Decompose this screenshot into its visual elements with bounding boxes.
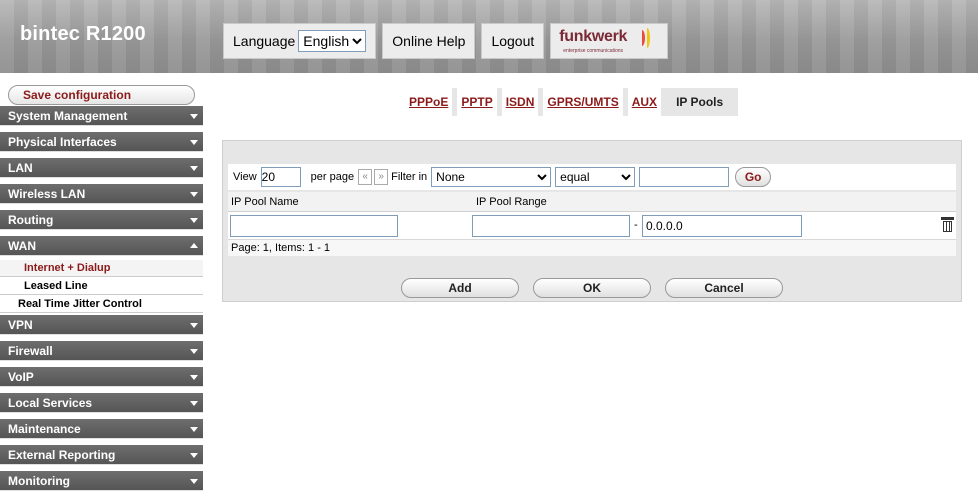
sidebar-item-label: Firewall	[8, 344, 53, 358]
table-row: -	[228, 212, 956, 240]
chevron-down-icon	[190, 218, 198, 223]
sidebar-item-routing[interactable]: Routing	[0, 210, 203, 230]
chevron-down-icon	[190, 375, 198, 380]
logout-link[interactable]: Logout	[481, 23, 545, 59]
language-select[interactable]: English	[298, 30, 367, 52]
sidebar-item-label: VoIP	[8, 370, 34, 384]
chevron-down-icon	[190, 166, 198, 171]
logo-wave-icon	[644, 28, 651, 48]
ip-pools-table: IP Pool Name IP Pool Range - Page: 1, It…	[228, 192, 956, 256]
chevron-down-icon	[190, 479, 198, 484]
tab-ip-pools[interactable]: IP Pools	[666, 88, 739, 116]
sidebar-item-label: Wireless LAN	[8, 187, 86, 201]
ip-pool-name-input[interactable]	[230, 215, 398, 237]
go-button[interactable]: Go	[735, 167, 772, 187]
language-box: Language English	[223, 23, 377, 59]
sidebar-item-voip[interactable]: VoIP	[0, 367, 203, 387]
action-buttons: Add OK Cancel	[223, 275, 961, 301]
tab-bar: PPPoE PPTP ISDN GPRS/UMTS AUX IP Pools	[405, 88, 739, 116]
sidebar-item-label: Monitoring	[8, 474, 70, 488]
chevron-down-icon	[190, 140, 198, 145]
sidebar-item-wireless-lan[interactable]: Wireless LAN	[0, 184, 203, 204]
sidebar-item-label: VPN	[8, 318, 33, 332]
content-panel: View per page « » Filter in None equal G…	[222, 140, 962, 302]
tab-aux[interactable]: AUX	[627, 88, 667, 116]
add-button[interactable]: Add	[401, 278, 519, 298]
tab-pptp[interactable]: PPTP	[457, 88, 502, 116]
sidebar: Save configuration System Management Phy…	[0, 85, 203, 491]
chevron-down-icon	[190, 114, 198, 119]
table-header: IP Pool Name IP Pool Range	[228, 192, 956, 212]
sidebar-item-lan[interactable]: LAN	[0, 158, 203, 178]
sidebar-item-label: Physical Interfaces	[8, 135, 117, 149]
page-info: Page: 1, Items: 1 - 1	[228, 240, 956, 256]
chevron-up-icon	[190, 243, 198, 248]
filter-value-input[interactable]	[639, 167, 730, 187]
sidebar-item-label: System Management	[8, 109, 128, 123]
chevron-down-icon	[190, 427, 198, 432]
column-header-ip-pool-range: IP Pool Range	[476, 196, 547, 208]
sidebar-item-firewall[interactable]: Firewall	[0, 341, 203, 361]
tab-gprs-umts[interactable]: GPRS/UMTS	[543, 88, 628, 116]
filter-in-label: Filter in	[391, 171, 428, 183]
sidebar-item-label: Local Services	[8, 396, 93, 410]
sidebar-item-local-services[interactable]: Local Services	[0, 393, 203, 413]
funkwerk-logo: funkwerk enterprise communications	[550, 23, 669, 59]
save-configuration-button[interactable]: Save configuration	[8, 85, 195, 105]
sidebar-item-label: External Reporting	[8, 448, 116, 462]
ip-pool-range-start-input[interactable]	[472, 215, 630, 237]
cancel-button[interactable]: Cancel	[665, 278, 783, 298]
chevron-down-icon	[190, 453, 198, 458]
ip-pool-range-end-input[interactable]	[642, 215, 802, 237]
delete-trash-icon[interactable]	[941, 217, 954, 233]
sidebar-item-physical-interfaces[interactable]: Physical Interfaces	[0, 132, 203, 152]
chevron-down-icon	[190, 192, 198, 197]
language-label: Language	[233, 33, 296, 49]
chevron-down-icon	[190, 401, 198, 406]
filter-field-select[interactable]: None	[431, 167, 552, 187]
sidebar-subitem-internet-dialup[interactable]: Internet + Dialup	[0, 260, 203, 277]
header-bar: bintec R1200 Language English Online Hel…	[0, 0, 978, 73]
filter-operator-select[interactable]: equal	[555, 167, 636, 187]
sidebar-item-label: WAN	[8, 239, 36, 253]
view-label: View	[233, 171, 257, 183]
sidebar-item-wan[interactable]: WAN	[0, 236, 203, 256]
chevron-down-icon	[190, 349, 198, 354]
sidebar-item-label: LAN	[8, 161, 33, 175]
sidebar-item-label: Maintenance	[8, 422, 81, 436]
ok-button[interactable]: OK	[533, 278, 651, 298]
sidebar-item-vpn[interactable]: VPN	[0, 315, 203, 335]
logo-word: funkwerk	[559, 28, 628, 45]
sidebar-subitem-leased-line[interactable]: Leased Line	[0, 278, 203, 295]
prev-page-icon[interactable]: «	[358, 169, 373, 185]
online-help-link[interactable]: Online Help	[382, 23, 476, 59]
sidebar-item-monitoring[interactable]: Monitoring	[0, 471, 203, 491]
per-page-label: per page	[310, 171, 355, 183]
sidebar-item-maintenance[interactable]: Maintenance	[0, 419, 203, 439]
view-count-input[interactable]	[260, 167, 301, 187]
sidebar-item-label: Routing	[8, 213, 54, 227]
next-page-icon[interactable]: »	[374, 169, 389, 185]
sidebar-item-external-reporting[interactable]: External Reporting	[0, 445, 203, 465]
column-header-ip-pool-name: IP Pool Name	[231, 196, 299, 208]
list-toolbar: View per page « » Filter in None equal G…	[228, 164, 956, 190]
range-separator: -	[634, 219, 638, 231]
chevron-down-icon	[190, 323, 198, 328]
top-toolbar: Language English Online Help Logout funk…	[223, 23, 669, 59]
logo-sub: enterprise communications	[563, 48, 624, 54]
sidebar-item-system-management[interactable]: System Management	[0, 106, 203, 126]
sidebar-subitem-real-time-jitter-control[interactable]: Real Time Jitter Control	[0, 296, 203, 313]
tab-isdn[interactable]: ISDN	[501, 88, 544, 116]
tab-pppoe[interactable]: PPPoE	[405, 88, 458, 116]
brand-title: bintec R1200	[20, 23, 146, 45]
